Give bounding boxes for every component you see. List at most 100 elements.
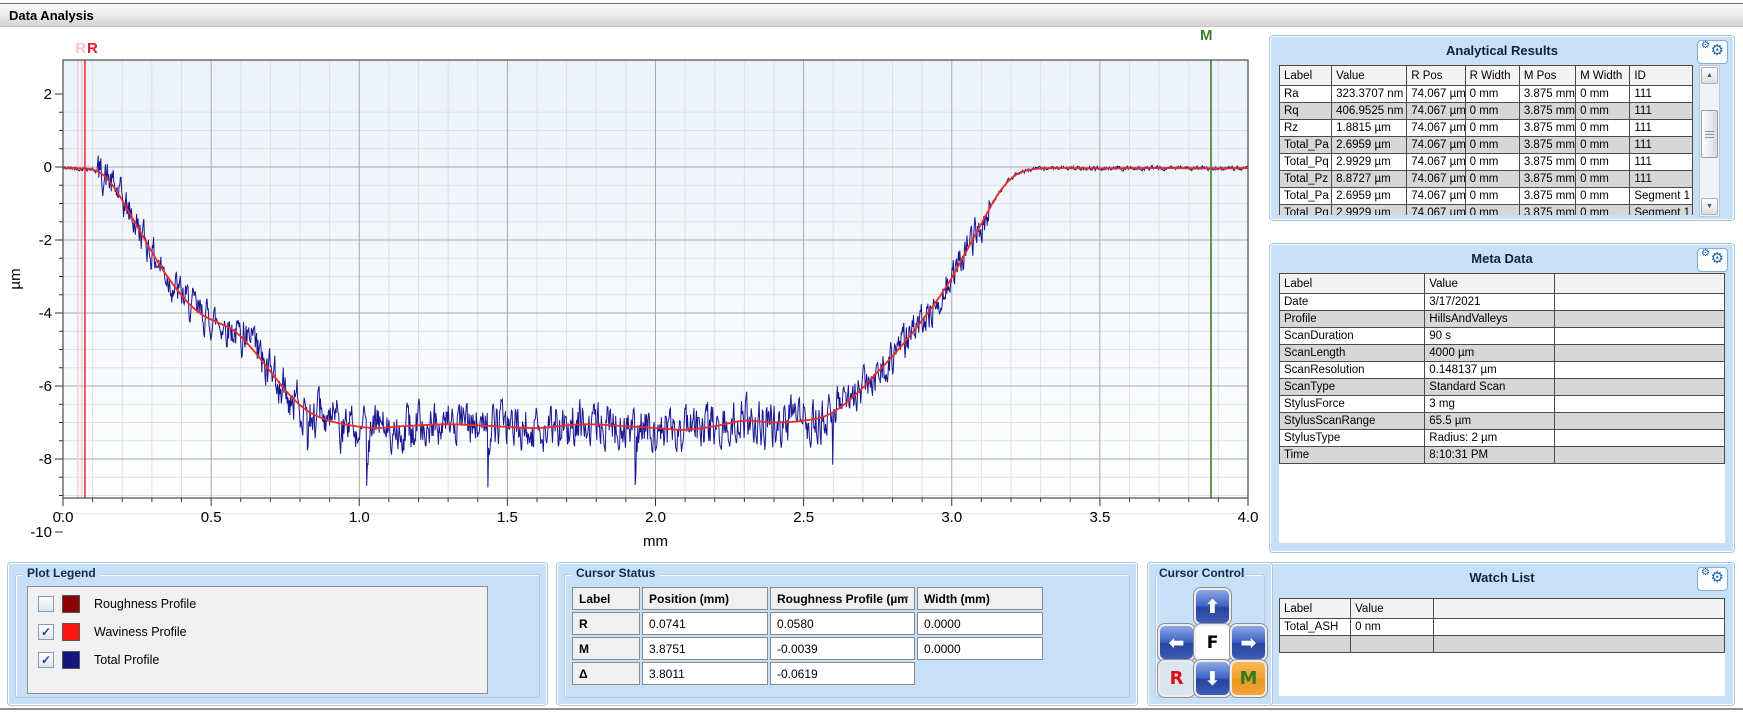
- column-header[interactable]: Value: [1351, 599, 1434, 619]
- table-cell: 0 mm: [1576, 86, 1630, 103]
- table-cell: StylusType: [1280, 430, 1425, 447]
- table-cell: 74.067 µm: [1407, 86, 1465, 103]
- legend-checkbox[interactable]: ✓: [38, 624, 54, 640]
- meta-data-panel: Meta Data ⚙ ⚙ LabelValueDate3/17/2021Pro…: [1270, 244, 1734, 552]
- table-row: StylusTypeRadius: 2 µm: [1280, 430, 1725, 447]
- scroll-down-button[interactable]: ▼: [1701, 198, 1718, 215]
- table-cell: [1555, 413, 1725, 430]
- table-cell: 3/17/2021: [1425, 294, 1555, 311]
- table-row: Time8:10:31 PM: [1280, 447, 1725, 464]
- table-cell: Total_Pz: [1280, 171, 1332, 188]
- table-cell: 111: [1630, 137, 1693, 154]
- table-cell: -0.0039: [770, 637, 915, 660]
- table-cell: 0.0741: [642, 612, 768, 635]
- scrollbar-thumb[interactable]: [1701, 110, 1718, 158]
- column-header[interactable]: [1434, 599, 1725, 619]
- table-row: ScanDuration90 s: [1280, 328, 1725, 345]
- table-row: Total_Pq2.9929 µm74.067 µm0 mm3.875 mm0 …: [1280, 205, 1693, 216]
- legend-color-swatch: [62, 651, 80, 669]
- table-cell: 0 mm: [1465, 120, 1519, 137]
- chevron-down-icon[interactable]: ▼: [902, 594, 910, 603]
- column-header[interactable]: Value: [1332, 66, 1407, 86]
- table-cell: 3.875 mm: [1519, 103, 1575, 120]
- column-header[interactable]: Width (mm): [917, 587, 1043, 610]
- table-cell: 0 mm: [1465, 171, 1519, 188]
- table-cell: 74.067 µm: [1407, 137, 1465, 154]
- watch-list-settings-button[interactable]: ⚙ ⚙: [1697, 567, 1728, 591]
- column-header[interactable]: ID: [1630, 66, 1693, 86]
- table-row: Total_Pa2.6959 µm74.067 µm0 mm3.875 mm0 …: [1280, 188, 1693, 205]
- cursor-m-button[interactable]: M: [1230, 660, 1267, 697]
- column-header[interactable]: Label: [572, 587, 640, 610]
- table-row: Total_Pa2.6959 µm74.067 µm0 mm3.875 mm0 …: [1280, 137, 1693, 154]
- table-row: StylusScanRange65.5 µm: [1280, 413, 1725, 430]
- column-header[interactable]: Label: [1280, 66, 1332, 86]
- gear-icon: ⚙: [1711, 251, 1724, 266]
- column-header[interactable]: Label: [1280, 274, 1425, 294]
- table-cell: 0 nm: [1351, 619, 1434, 636]
- meta-data-settings-button[interactable]: ⚙ ⚙: [1697, 248, 1728, 272]
- cursor-left-button[interactable]: ⬅: [1158, 624, 1195, 661]
- y-tick-label: -6: [39, 378, 52, 395]
- data-analysis-window: Data Analysis 0.00.51.01.52.02.53.03.54.…: [0, 0, 1743, 717]
- cursor-r-button[interactable]: R: [1158, 660, 1195, 697]
- analytical-results-panel: Analytical Results ⚙ ⚙ LabelValueR PosR …: [1270, 36, 1734, 220]
- table-cell: [1555, 447, 1725, 464]
- table-cell: Ra: [1280, 86, 1332, 103]
- analytical-results-settings-button[interactable]: ⚙ ⚙: [1697, 40, 1728, 64]
- table-cell: [1555, 328, 1725, 345]
- legend-checkbox[interactable]: [38, 596, 54, 612]
- gear-icon: ⚙: [1701, 41, 1710, 51]
- table-row: Rq406.9525 nm74.067 µm0 mm3.875 mm0 mm11…: [1280, 103, 1693, 120]
- profile-chart[interactable]: 0.00.51.01.52.02.53.03.54.020-2-4-6-8-10…: [0, 26, 1262, 558]
- table-cell: 0 mm: [1576, 205, 1630, 216]
- plot-legend-label: Plot Legend: [22, 566, 101, 580]
- gear-icon: ⚙: [1711, 43, 1724, 58]
- scroll-up-button[interactable]: ▲: [1701, 67, 1718, 84]
- legend-item: ✓Total Profile: [38, 651, 159, 669]
- column-header[interactable]: M Pos: [1519, 66, 1575, 86]
- y-tick-label: 2: [44, 86, 52, 103]
- column-header[interactable]: R Width: [1465, 66, 1519, 86]
- legend-item-label: Waviness Profile: [94, 625, 187, 639]
- y-tick-label: -8: [39, 451, 52, 468]
- cursor-down-button[interactable]: ⬇: [1194, 660, 1231, 697]
- table-cell: 2.6959 µm: [1332, 188, 1407, 205]
- r-cursor-ghost-label: R: [75, 40, 86, 57]
- table-cell: 0 mm: [1465, 205, 1519, 216]
- table-cell: 1.8815 µm: [1332, 120, 1407, 137]
- column-header[interactable]: Roughness Profile (µm▼: [770, 587, 915, 610]
- y-axis-label: µm: [7, 268, 24, 289]
- table-row: Date3/17/2021: [1280, 294, 1725, 311]
- cursor-fine-button[interactable]: F: [1194, 624, 1231, 661]
- legend-checkbox[interactable]: ✓: [38, 652, 54, 668]
- column-header[interactable]: Value: [1425, 274, 1555, 294]
- column-header[interactable]: Label: [1280, 599, 1351, 619]
- table-cell: [1434, 619, 1725, 636]
- cursor-up-button[interactable]: ⬆: [1194, 588, 1231, 625]
- analytical-results-scrollbar[interactable]: ▲ ▼: [1699, 65, 1720, 217]
- cursor-status-row: Δ3.8011-0.0619: [572, 662, 1043, 685]
- cursor-control-group: Cursor Control ⬆⬅F➡R⬇M: [1148, 563, 1272, 705]
- table-cell: Radius: 2 µm: [1425, 430, 1555, 447]
- table-cell: 0.0000: [917, 612, 1043, 635]
- watch-list-panel: Watch List ⚙ ⚙ LabelValueTotal_ASH0 nm: [1270, 563, 1734, 705]
- y-tick-label: 0: [44, 159, 52, 176]
- table-cell: 3.875 mm: [1519, 188, 1575, 205]
- r-cursor-label[interactable]: R: [87, 40, 98, 57]
- table-cell: Total_Pa: [1280, 188, 1332, 205]
- column-header[interactable]: Position (mm): [642, 587, 768, 610]
- table-cell: ScanDuration: [1280, 328, 1425, 345]
- table-cell: 90 s: [1425, 328, 1555, 345]
- table-cell: 3.875 mm: [1519, 137, 1575, 154]
- table-cell: 74.067 µm: [1407, 171, 1465, 188]
- column-header[interactable]: R Pos: [1407, 66, 1465, 86]
- column-header[interactable]: M Width: [1576, 66, 1630, 86]
- cursor-right-button[interactable]: ➡: [1230, 624, 1267, 661]
- table-cell: 0 mm: [1576, 188, 1630, 205]
- cursor-control-grid: ⬆⬅F➡ R⬇M: [1158, 588, 1264, 694]
- m-cursor-label[interactable]: M: [1200, 27, 1213, 44]
- column-header[interactable]: [1555, 274, 1725, 294]
- legend-item: Roughness Profile: [38, 595, 196, 613]
- chart-canvas[interactable]: 0.00.51.01.52.02.53.03.54.020-2-4-6-8-10…: [0, 26, 1262, 558]
